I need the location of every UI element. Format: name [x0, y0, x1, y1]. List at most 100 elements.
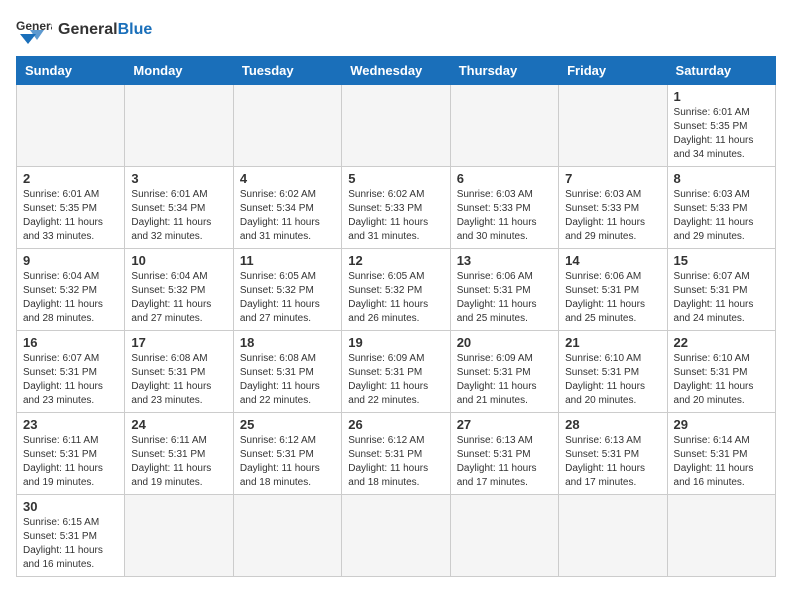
- calendar-day-header: Tuesday: [233, 57, 341, 85]
- day-info: Sunrise: 6:03 AM Sunset: 5:33 PM Dayligh…: [674, 188, 769, 244]
- day-number: 11: [240, 253, 335, 268]
- day-number: 3: [131, 171, 226, 186]
- day-number: 22: [674, 335, 769, 350]
- day-info: Sunrise: 6:15 AM Sunset: 5:31 PM Dayligh…: [23, 516, 118, 572]
- page-header: General GeneralBlue: [16, 16, 776, 44]
- calendar-cell: [342, 85, 450, 167]
- day-info: Sunrise: 6:11 AM Sunset: 5:31 PM Dayligh…: [23, 434, 118, 490]
- calendar-cell: 18 Sunrise: 6:08 AM Sunset: 5:31 PM Dayli…: [233, 331, 341, 413]
- day-info: Sunrise: 6:12 AM Sunset: 5:31 PM Dayligh…: [240, 434, 335, 490]
- calendar-day-header: Saturday: [667, 57, 775, 85]
- calendar-cell: [450, 495, 558, 577]
- calendar-cell: 12Sunrise: 6:05 AM Sunset: 5:32 PM Dayli…: [342, 249, 450, 331]
- calendar-cell: 26 Sunrise: 6:12 AM Sunset: 5:31 PM Dayli…: [342, 413, 450, 495]
- day-number: 20: [457, 335, 552, 350]
- calendar-cell: [559, 495, 667, 577]
- calendar-cell: 6Sunrise: 6:03 AM Sunset: 5:33 PM Daylig…: [450, 167, 558, 249]
- day-number: 6: [457, 171, 552, 186]
- day-number: 21: [565, 335, 660, 350]
- calendar-cell: 29 Sunrise: 6:14 AM Sunset: 5:31 PM Dayli…: [667, 413, 775, 495]
- day-number: 25: [240, 417, 335, 432]
- day-number: 13: [457, 253, 552, 268]
- day-info: Sunrise: 6:06 AM Sunset: 5:31 PM Dayligh…: [457, 270, 552, 326]
- calendar-cell: 25 Sunrise: 6:12 AM Sunset: 5:31 PM Dayli…: [233, 413, 341, 495]
- day-info: Sunrise: 6:13 AM Sunset: 5:31 PM Dayligh…: [457, 434, 552, 490]
- calendar-cell: 24 Sunrise: 6:11 AM Sunset: 5:31 PM Dayli…: [125, 413, 233, 495]
- day-info: Sunrise: 6:12 AM Sunset: 5:31 PM Dayligh…: [348, 434, 443, 490]
- calendar-cell: 30Sunrise: 6:15 AM Sunset: 5:31 PM Dayli…: [17, 495, 125, 577]
- day-number: 18: [240, 335, 335, 350]
- day-info: Sunrise: 6:01 AM Sunset: 5:35 PM Dayligh…: [23, 188, 118, 244]
- calendar-cell: [233, 85, 341, 167]
- calendar-cell: 19 Sunrise: 6:09 AM Sunset: 5:31 PM Dayli…: [342, 331, 450, 413]
- calendar-cell: 1Sunrise: 6:01 AM Sunset: 5:35 PM Daylig…: [667, 85, 775, 167]
- calendar-cell: 17Sunrise: 6:08 AM Sunset: 5:31 PM Dayli…: [125, 331, 233, 413]
- calendar-cell: 2Sunrise: 6:01 AM Sunset: 5:35 PM Daylig…: [17, 167, 125, 249]
- calendar-day-header: Friday: [559, 57, 667, 85]
- day-info: Sunrise: 6:09 AM Sunset: 5:31 PM Dayligh…: [457, 352, 552, 408]
- day-info: Sunrise: 6:03 AM Sunset: 5:33 PM Dayligh…: [565, 188, 660, 244]
- day-number: 26: [348, 417, 443, 432]
- calendar-cell: 20 Sunrise: 6:09 AM Sunset: 5:31 PM Dayli…: [450, 331, 558, 413]
- day-info: Sunrise: 6:05 AM Sunset: 5:32 PM Dayligh…: [348, 270, 443, 326]
- calendar-cell: 3 Sunrise: 6:01 AM Sunset: 5:34 PM Daylig…: [125, 167, 233, 249]
- day-number: 19: [348, 335, 443, 350]
- logo-general: General: [58, 21, 118, 38]
- day-number: 7: [565, 171, 660, 186]
- day-info: Sunrise: 6:05 AM Sunset: 5:32 PM Dayligh…: [240, 270, 335, 326]
- day-number: 15: [674, 253, 769, 268]
- day-info: Sunrise: 6:09 AM Sunset: 5:31 PM Dayligh…: [348, 352, 443, 408]
- day-number: 4: [240, 171, 335, 186]
- day-number: 14: [565, 253, 660, 268]
- calendar-cell: [125, 85, 233, 167]
- day-number: 29: [674, 417, 769, 432]
- calendar-cell: 11 Sunrise: 6:05 AM Sunset: 5:32 PM Dayli…: [233, 249, 341, 331]
- calendar-cell: 23Sunrise: 6:11 AM Sunset: 5:31 PM Dayli…: [17, 413, 125, 495]
- calendar-cell: 4 Sunrise: 6:02 AM Sunset: 5:34 PM Daylig…: [233, 167, 341, 249]
- calendar-cell: [342, 495, 450, 577]
- calendar-cell: 16Sunrise: 6:07 AM Sunset: 5:31 PM Dayli…: [17, 331, 125, 413]
- day-number: 10: [131, 253, 226, 268]
- calendar-cell: 21 Sunrise: 6:10 AM Sunset: 5:31 PM Dayli…: [559, 331, 667, 413]
- day-number: 5: [348, 171, 443, 186]
- day-info: Sunrise: 6:06 AM Sunset: 5:31 PM Dayligh…: [565, 270, 660, 326]
- day-number: 27: [457, 417, 552, 432]
- logo-icon: General: [16, 16, 52, 44]
- day-number: 24: [131, 417, 226, 432]
- day-number: 28: [565, 417, 660, 432]
- calendar-cell: [125, 495, 233, 577]
- calendar-cell: 22 Sunrise: 6:10 AM Sunset: 5:31 PM Dayli…: [667, 331, 775, 413]
- day-info: Sunrise: 6:08 AM Sunset: 5:31 PM Dayligh…: [131, 352, 226, 408]
- calendar-cell: 14 Sunrise: 6:06 AM Sunset: 5:31 PM Dayli…: [559, 249, 667, 331]
- calendar-table: SundayMondayTuesdayWednesdayThursdayFrid…: [16, 56, 776, 577]
- day-info: Sunrise: 6:02 AM Sunset: 5:34 PM Dayligh…: [240, 188, 335, 244]
- calendar-cell: 5 Sunrise: 6:02 AM Sunset: 5:33 PM Daylig…: [342, 167, 450, 249]
- calendar-cell: 9Sunrise: 6:04 AM Sunset: 5:32 PM Daylig…: [17, 249, 125, 331]
- calendar-header-row: SundayMondayTuesdayWednesdayThursdayFrid…: [17, 57, 776, 85]
- calendar-day-header: Thursday: [450, 57, 558, 85]
- logo-blue: Blue: [118, 21, 153, 38]
- day-info: Sunrise: 6:01 AM Sunset: 5:35 PM Dayligh…: [674, 106, 769, 162]
- calendar-cell: 8 Sunrise: 6:03 AM Sunset: 5:33 PM Daylig…: [667, 167, 775, 249]
- calendar-cell: 10Sunrise: 6:04 AM Sunset: 5:32 PM Dayli…: [125, 249, 233, 331]
- day-info: Sunrise: 6:08 AM Sunset: 5:31 PM Dayligh…: [240, 352, 335, 408]
- calendar-cell: [667, 495, 775, 577]
- day-info: Sunrise: 6:14 AM Sunset: 5:31 PM Dayligh…: [674, 434, 769, 490]
- day-info: Sunrise: 6:02 AM Sunset: 5:33 PM Dayligh…: [348, 188, 443, 244]
- day-info: Sunrise: 6:01 AM Sunset: 5:34 PM Dayligh…: [131, 188, 226, 244]
- calendar-cell: [233, 495, 341, 577]
- calendar-cell: 27 Sunrise: 6:13 AM Sunset: 5:31 PM Dayli…: [450, 413, 558, 495]
- day-info: Sunrise: 6:11 AM Sunset: 5:31 PM Dayligh…: [131, 434, 226, 490]
- calendar-cell: [17, 85, 125, 167]
- calendar-cell: 28 Sunrise: 6:13 AM Sunset: 5:31 PM Dayli…: [559, 413, 667, 495]
- day-info: Sunrise: 6:10 AM Sunset: 5:31 PM Dayligh…: [674, 352, 769, 408]
- calendar-cell: [450, 85, 558, 167]
- logo: General GeneralBlue: [16, 16, 152, 44]
- day-info: Sunrise: 6:04 AM Sunset: 5:32 PM Dayligh…: [23, 270, 118, 326]
- day-number: 16: [23, 335, 118, 350]
- calendar-day-header: Monday: [125, 57, 233, 85]
- day-info: Sunrise: 6:13 AM Sunset: 5:31 PM Dayligh…: [565, 434, 660, 490]
- calendar-day-header: Sunday: [17, 57, 125, 85]
- day-info: Sunrise: 6:10 AM Sunset: 5:31 PM Dayligh…: [565, 352, 660, 408]
- day-number: 8: [674, 171, 769, 186]
